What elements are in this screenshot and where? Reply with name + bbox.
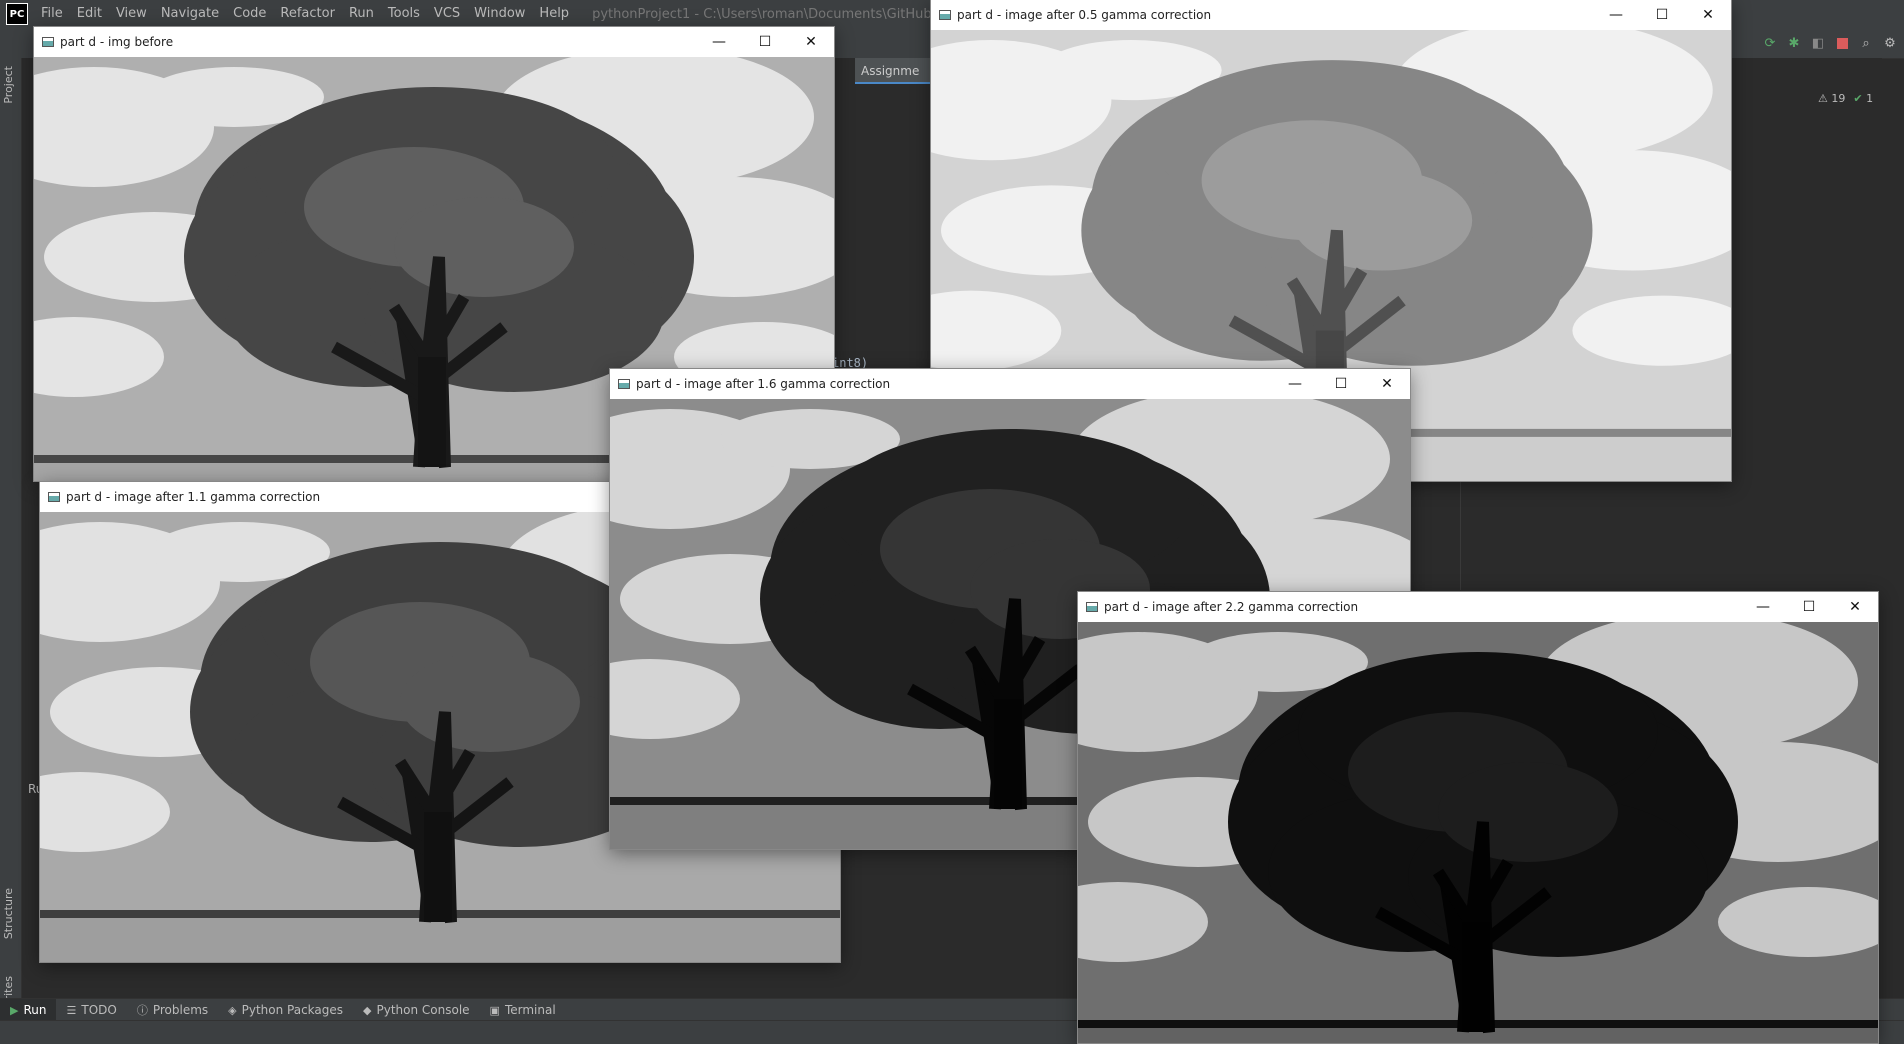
warning-count: ⚠ 19 xyxy=(1818,92,1846,105)
window-app-icon xyxy=(939,10,951,20)
image-canvas xyxy=(1078,622,1878,1043)
minimize-button[interactable]: — xyxy=(1593,0,1639,30)
debug-icon[interactable]: ✱ xyxy=(1786,35,1802,51)
window-app-icon xyxy=(618,379,630,389)
terminal-icon: ▣ xyxy=(489,1003,500,1017)
tab-problems[interactable]: ⓘ Problems xyxy=(127,999,218,1021)
maximize-button[interactable]: ☐ xyxy=(742,27,788,57)
window-title: part d - image after 2.2 gamma correctio… xyxy=(1104,600,1359,614)
info-icon: ⓘ xyxy=(136,1004,148,1017)
tree-photo xyxy=(1078,622,1878,1043)
window-titlebar[interactable]: part d - image after 2.2 gamma correctio… xyxy=(1078,592,1878,622)
pycharm-logo-icon: PC xyxy=(6,3,28,25)
editor-tab[interactable]: Assignme xyxy=(855,58,935,84)
maximize-button[interactable]: ☐ xyxy=(1318,369,1364,399)
window-app-icon xyxy=(1086,602,1098,612)
tab-run-label: Run xyxy=(23,1003,47,1017)
window-titlebar[interactable]: part d - image after 0.5 gamma correctio… xyxy=(931,0,1731,30)
menu-run[interactable]: Run xyxy=(342,0,381,28)
maximize-button[interactable]: ☐ xyxy=(1639,0,1685,30)
window-title: part d - image after 0.5 gamma correctio… xyxy=(957,8,1212,22)
tab-project[interactable]: Project xyxy=(2,66,15,104)
gear-icon[interactable]: ⚙ xyxy=(1882,35,1898,51)
coverage-icon[interactable]: ◧ xyxy=(1810,35,1826,51)
minimize-button[interactable]: — xyxy=(1740,592,1786,622)
menu-help[interactable]: Help xyxy=(532,0,576,28)
tab-terminal-label: Terminal xyxy=(504,1003,556,1017)
rerun-icon[interactable]: ⟳ xyxy=(1762,35,1778,51)
menu-refactor[interactable]: Refactor xyxy=(273,0,342,28)
search-icon[interactable]: ⌕ xyxy=(1858,35,1874,51)
package-icon: ◈ xyxy=(228,1003,237,1017)
tab-python-packages-label: Python Packages xyxy=(241,1003,344,1017)
tab-todo-label: TODO xyxy=(81,1003,117,1017)
tab-python-console[interactable]: ◆ Python Console xyxy=(353,999,480,1021)
play-icon: ▶ xyxy=(10,1003,19,1017)
menu-vcs[interactable]: VCS xyxy=(427,0,467,28)
list-icon: ☰ xyxy=(66,1003,77,1017)
window-title: part d - image after 1.6 gamma correctio… xyxy=(636,377,891,391)
tab-run[interactable]: ▶ Run xyxy=(0,999,57,1021)
close-button[interactable]: ✕ xyxy=(1364,369,1410,399)
weak-warning-count: ✔ 1 xyxy=(1853,92,1874,105)
close-button[interactable]: ✕ xyxy=(788,27,834,57)
window-title: part d - img before xyxy=(60,35,174,49)
menu-code[interactable]: Code xyxy=(226,0,273,28)
window-titlebar[interactable]: part d - img before — ☐ ✕ xyxy=(34,27,834,57)
editor-divider xyxy=(1460,480,1461,590)
tab-todo[interactable]: ☰ TODO xyxy=(56,999,126,1021)
tab-structure[interactable]: Structure xyxy=(2,888,15,939)
code-fragment: int8) xyxy=(832,356,869,370)
tab-python-packages[interactable]: ◈ Python Packages xyxy=(218,999,353,1021)
window-title: part d - image after 1.1 gamma correctio… xyxy=(66,490,321,504)
tab-problems-label: Problems xyxy=(152,1003,209,1017)
stop-icon[interactable] xyxy=(1834,35,1850,51)
window-app-icon xyxy=(48,492,60,502)
toolbar-actions: ⟳ ✱ ◧ ⌕ ⚙ xyxy=(1762,28,1904,58)
close-button[interactable]: ✕ xyxy=(1832,592,1878,622)
menu-file[interactable]: File xyxy=(34,0,70,28)
tab-terminal[interactable]: ▣ Terminal xyxy=(480,999,566,1021)
tab-python-console-label: Python Console xyxy=(376,1003,470,1017)
close-button[interactable]: ✕ xyxy=(1685,0,1731,30)
left-tool-strip: Project Structure Favorites xyxy=(0,58,22,1026)
minimize-button[interactable]: — xyxy=(1272,369,1318,399)
menu-window[interactable]: Window xyxy=(467,0,532,28)
menu-tools[interactable]: Tools xyxy=(381,0,427,28)
window-app-icon xyxy=(42,37,54,47)
maximize-button[interactable]: ☐ xyxy=(1786,592,1832,622)
menu-view[interactable]: View xyxy=(109,0,154,28)
image-window-gamma-2-2[interactable]: part d - image after 2.2 gamma correctio… xyxy=(1078,592,1878,1043)
window-titlebar[interactable]: part d - image after 1.6 gamma correctio… xyxy=(610,369,1410,399)
minimize-button[interactable]: — xyxy=(696,27,742,57)
menu-navigate[interactable]: Navigate xyxy=(154,0,226,28)
console-icon: ◆ xyxy=(363,1003,372,1017)
inspection-widget[interactable]: ⚠ 19 ✔ 1 xyxy=(1818,92,1873,105)
menu-edit[interactable]: Edit xyxy=(70,0,109,28)
